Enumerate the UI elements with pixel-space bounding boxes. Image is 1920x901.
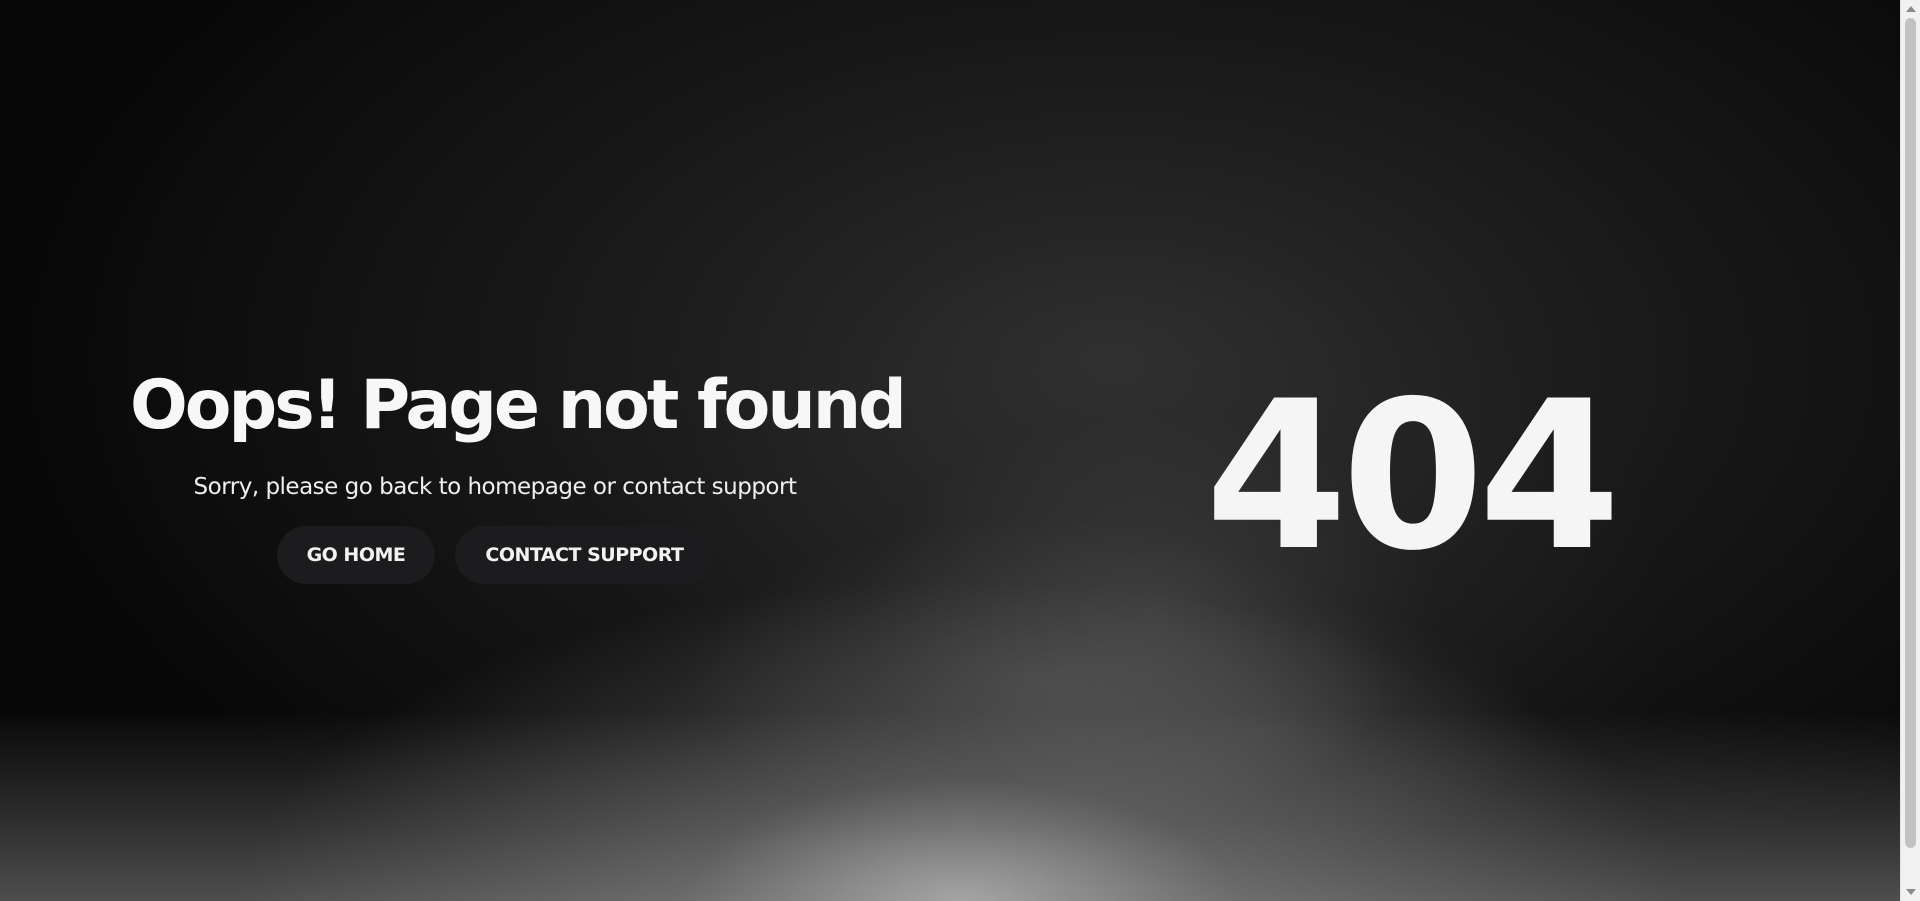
scroll-down-arrow-icon[interactable] [1906, 889, 1916, 895]
go-home-button[interactable]: GO HOME [276, 526, 436, 584]
error-page: Oops! Page not found Sorry, please go ba… [0, 0, 1920, 901]
error-code: 404 [1205, 358, 1621, 596]
background-floor [0, 711, 1900, 901]
scroll-up-arrow-icon[interactable] [1906, 6, 1916, 12]
page-title: Oops! Page not found [130, 366, 907, 445]
error-message-panel: Oops! Page not found Sorry, please go ba… [130, 360, 907, 584]
background-fog [980, 600, 1540, 860]
scrollbar-thumb[interactable] [1905, 18, 1916, 848]
action-buttons: GO HOME CONTACT SUPPORT [130, 526, 860, 584]
error-subtitle: Sorry, please go back to homepage or con… [193, 474, 797, 500]
contact-support-button[interactable]: CONTACT SUPPORT [455, 526, 714, 584]
vertical-scrollbar[interactable] [1900, 0, 1920, 901]
